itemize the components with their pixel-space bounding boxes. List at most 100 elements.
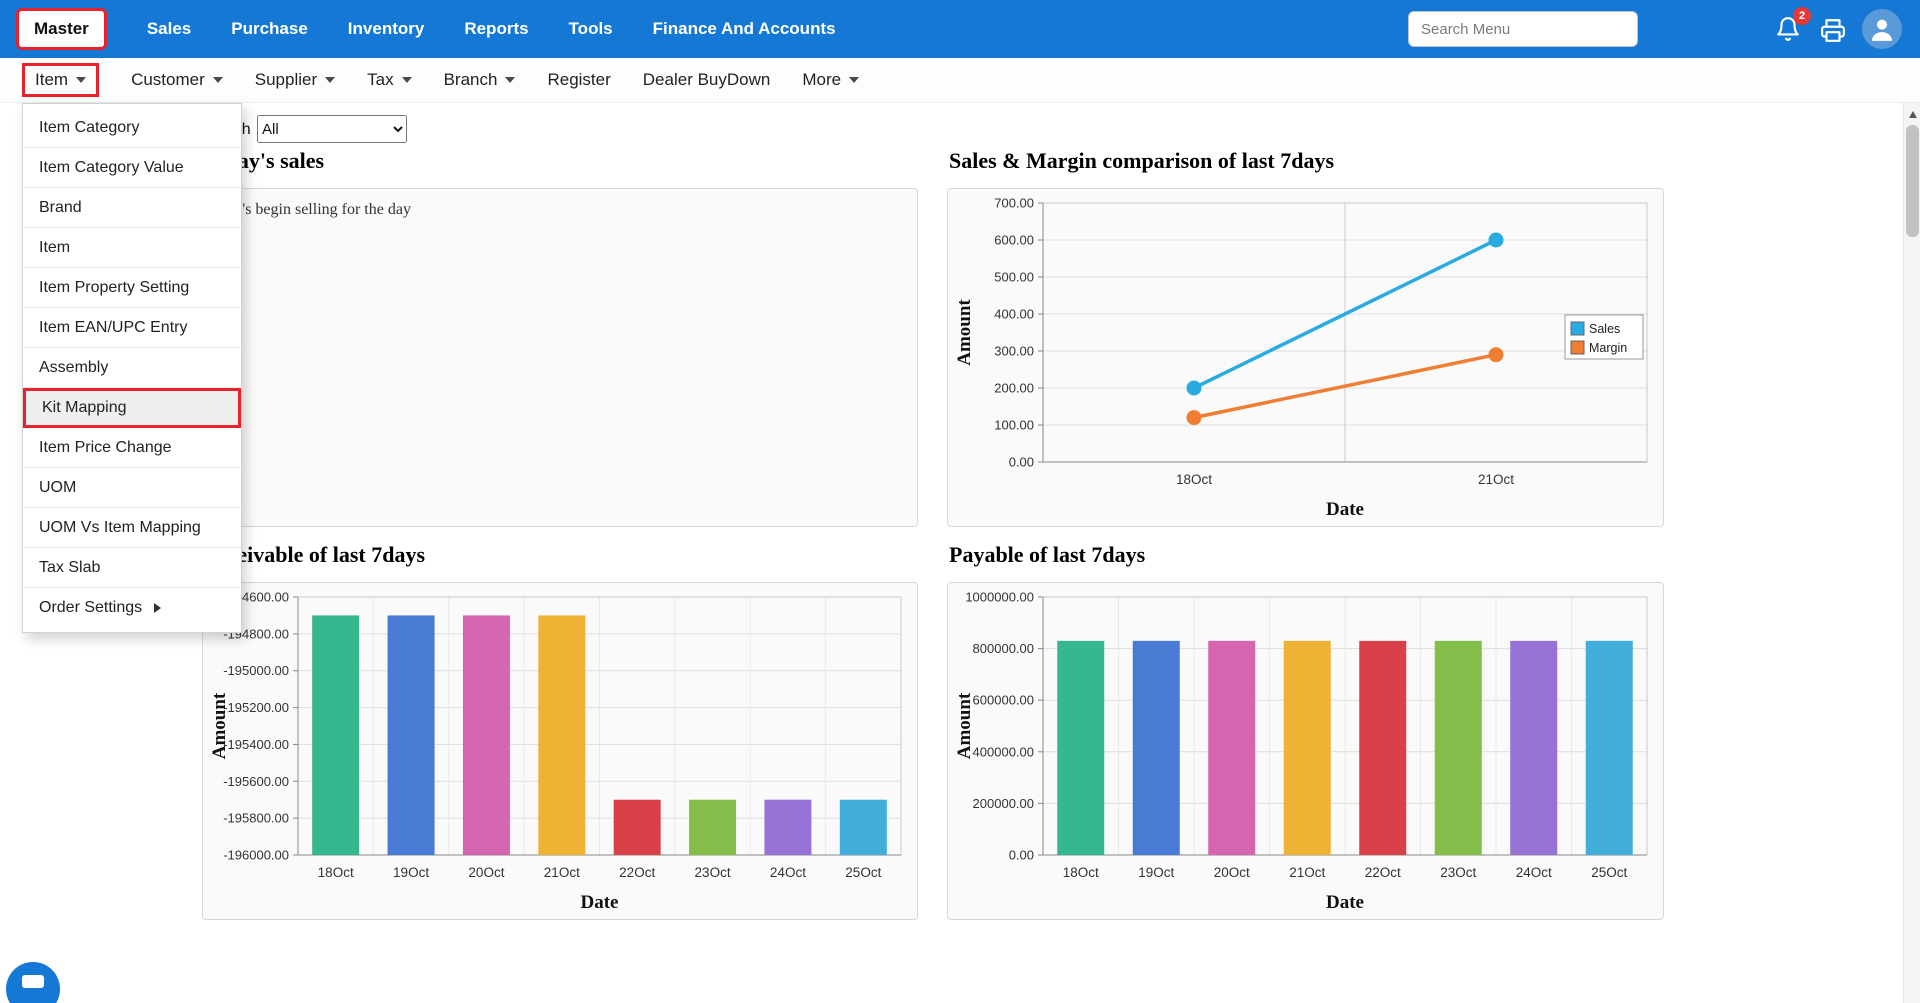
svg-text:24Oct: 24Oct	[1516, 865, 1552, 880]
dropdown-item-assembly[interactable]: Assembly	[23, 348, 241, 388]
submenu-arrow-icon	[154, 603, 161, 613]
dropdown-item-item[interactable]: Item	[23, 228, 241, 268]
svg-text:1000000.00: 1000000.00	[965, 590, 1034, 605]
svg-text:200.00: 200.00	[994, 381, 1034, 396]
top-nav-items: Master Sales Purchase Inventory Reports …	[0, 8, 836, 50]
svg-text:19Oct: 19Oct	[393, 865, 429, 880]
menu-item-label: Supplier	[255, 70, 317, 90]
menu-item-customer[interactable]: Customer	[131, 70, 223, 90]
svg-text:Amount: Amount	[954, 692, 975, 759]
scroll-up-button[interactable]	[1904, 105, 1920, 123]
dropdown-item-uom-vs-item-mapping[interactable]: UOM Vs Item Mapping	[23, 508, 241, 548]
svg-text:400000.00: 400000.00	[973, 744, 1034, 759]
dropdown-item-item-property-setting[interactable]: Item Property Setting	[23, 268, 241, 308]
nav-inventory[interactable]: Inventory	[348, 19, 425, 39]
payable-panel: 0.00200000.00400000.00600000.00800000.00…	[947, 582, 1664, 920]
notification-bell-icon[interactable]: 2	[1775, 16, 1803, 44]
svg-text:25Oct: 25Oct	[1591, 865, 1627, 880]
search-input[interactable]	[1408, 11, 1638, 47]
svg-text:22Oct: 22Oct	[1365, 865, 1401, 880]
svg-text:800000.00: 800000.00	[973, 641, 1034, 656]
svg-text:21Oct: 21Oct	[544, 865, 580, 880]
user-avatar[interactable]	[1862, 9, 1902, 49]
svg-text:Amount: Amount	[954, 299, 975, 366]
svg-text:19Oct: 19Oct	[1138, 865, 1174, 880]
payable-chart-title: Payable of last 7days	[949, 542, 1145, 568]
svg-text:-195600.00: -195600.00	[223, 774, 289, 789]
nav-reports[interactable]: Reports	[464, 19, 528, 39]
receivable-panel: -194600.00-194800.00-195000.00-195200.00…	[202, 582, 918, 920]
menu-item-tax[interactable]: Tax	[367, 70, 411, 90]
menu-item-label: Branch	[444, 70, 498, 90]
item-dropdown-menu: Item Category Item Category Value Brand …	[22, 103, 242, 633]
svg-text:24Oct: 24Oct	[770, 865, 806, 880]
svg-text:300.00: 300.00	[994, 344, 1034, 359]
chat-widget-button[interactable]	[6, 962, 60, 1003]
branch-filter-select[interactable]: All	[257, 115, 407, 143]
menu-item-supplier[interactable]: Supplier	[255, 70, 335, 90]
svg-text:700.00: 700.00	[994, 196, 1034, 211]
sales-margin-chart-title: Sales & Margin comparison of last 7days	[949, 148, 1334, 174]
vertical-scrollbar[interactable]	[1903, 103, 1920, 1003]
menu-item-label: Item	[35, 70, 68, 90]
menu-item-label: Customer	[131, 70, 205, 90]
notification-badge: 2	[1793, 7, 1811, 25]
menu-item-dealer-buydown[interactable]: Dealer BuyDown	[643, 70, 771, 90]
svg-text:23Oct: 23Oct	[1440, 865, 1476, 880]
dropdown-item-item-ean-upc-entry[interactable]: Item EAN/UPC Entry	[23, 308, 241, 348]
svg-text:21Oct: 21Oct	[1478, 472, 1514, 487]
svg-text:20Oct: 20Oct	[468, 865, 504, 880]
person-icon	[1867, 14, 1897, 44]
todays-sales-message: Let's begin selling for the day	[221, 201, 411, 219]
svg-text:500.00: 500.00	[994, 270, 1034, 285]
menu-item-label: Tax	[367, 70, 393, 90]
payable-bar-chart: 0.00200000.00400000.00600000.00800000.00…	[948, 583, 1663, 919]
dashboard-page: Master Sales Purchase Inventory Reports …	[0, 0, 1920, 1003]
svg-text:18Oct: 18Oct	[1176, 472, 1212, 487]
nav-purchase[interactable]: Purchase	[231, 19, 308, 39]
dropdown-item-item-category[interactable]: Item Category	[23, 108, 241, 148]
chevron-down-icon	[849, 77, 859, 83]
svg-text:18Oct: 18Oct	[1063, 865, 1099, 880]
chat-icon	[22, 975, 44, 988]
menu-item-item[interactable]: Item	[22, 63, 99, 97]
svg-text:Date: Date	[581, 892, 619, 913]
svg-text:0.00: 0.00	[1009, 455, 1034, 470]
scrollbar-thumb[interactable]	[1906, 125, 1919, 237]
svg-text:400.00: 400.00	[994, 307, 1034, 322]
dropdown-item-kit-mapping[interactable]: Kit Mapping	[23, 388, 241, 428]
dropdown-item-tax-slab[interactable]: Tax Slab	[23, 548, 241, 588]
nav-sales[interactable]: Sales	[147, 19, 191, 39]
nav-tools[interactable]: Tools	[569, 19, 613, 39]
svg-text:20Oct: 20Oct	[1214, 865, 1250, 880]
dropdown-item-item-category-value[interactable]: Item Category Value	[23, 148, 241, 188]
menu-item-more[interactable]: More	[802, 70, 859, 90]
svg-text:-195800.00: -195800.00	[223, 811, 289, 826]
menu-item-register[interactable]: Register	[547, 70, 610, 90]
svg-text:Date: Date	[1326, 892, 1364, 913]
receivable-bar-chart: -194600.00-194800.00-195000.00-195200.00…	[203, 583, 917, 919]
dropdown-item-order-settings[interactable]: Order Settings	[23, 588, 241, 628]
print-icon[interactable]	[1820, 17, 1846, 43]
svg-text:0.00: 0.00	[1009, 848, 1034, 863]
svg-text:22Oct: 22Oct	[619, 865, 655, 880]
svg-text:200000.00: 200000.00	[973, 796, 1034, 811]
svg-text:-195200.00: -195200.00	[223, 700, 289, 715]
menu-item-label: Register	[547, 70, 610, 90]
svg-text:Sales: Sales	[1589, 322, 1620, 336]
dropdown-item-item-price-change[interactable]: Item Price Change	[23, 428, 241, 468]
svg-text:Margin: Margin	[1589, 341, 1627, 355]
top-nav-bar: Master Sales Purchase Inventory Reports …	[0, 0, 1920, 58]
chevron-down-icon	[402, 77, 412, 83]
master-menu-bar: Item Customer Supplier Tax Branch Regist…	[0, 58, 1920, 103]
dropdown-item-uom[interactable]: UOM	[23, 468, 241, 508]
svg-text:23Oct: 23Oct	[695, 865, 731, 880]
nav-finance-and-accounts[interactable]: Finance And Accounts	[653, 19, 836, 39]
menu-item-branch[interactable]: Branch	[444, 70, 516, 90]
chevron-down-icon	[325, 77, 335, 83]
svg-text:21Oct: 21Oct	[1289, 865, 1325, 880]
nav-master[interactable]: Master	[16, 8, 107, 50]
dropdown-item-brand[interactable]: Brand	[23, 188, 241, 228]
svg-text:-196000.00: -196000.00	[223, 848, 289, 863]
scroll-up-arrow-icon	[1909, 111, 1917, 118]
